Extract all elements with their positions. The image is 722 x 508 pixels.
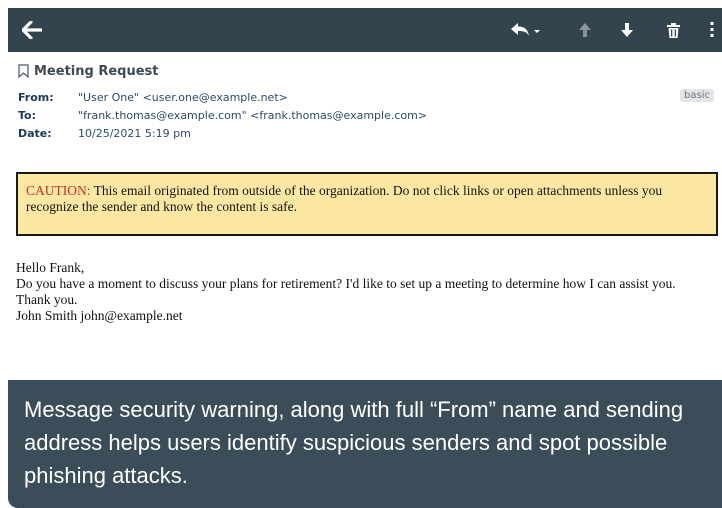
more-icon (710, 22, 714, 37)
reply-button[interactable] (506, 8, 544, 52)
back-button[interactable] (14, 8, 50, 52)
email-viewer: Meeting Request basic From: "User One" <… (8, 0, 722, 508)
message-toolbar (8, 8, 722, 52)
to-value[interactable]: "frank.thomas@example.com" <frank.thomas… (78, 109, 427, 122)
message-body: Hello Frank, Do you have a moment to dis… (16, 260, 716, 324)
up-arrow-icon (579, 23, 591, 37)
delete-button[interactable] (658, 8, 688, 52)
date-label: Date: (18, 127, 52, 140)
caution-banner: CAUTION: This email originated from outs… (16, 172, 718, 236)
caution-text: This email originated from outside of th… (26, 183, 663, 214)
down-arrow-icon (621, 23, 633, 37)
back-arrow-icon (22, 21, 42, 39)
body-line: Thank you. (16, 292, 78, 307)
body-line: John Smith john@example.net (16, 308, 183, 323)
chevron-down-icon (534, 30, 540, 33)
from-label: From: (18, 91, 54, 104)
from-value[interactable]: "User One" <user.one@example.net> (78, 91, 288, 104)
caution-label: CAUTION: (26, 183, 91, 198)
date-value: 10/25/2021 5:19 pm (78, 127, 191, 140)
next-message-button[interactable] (612, 8, 642, 52)
more-options-button[interactable] (702, 8, 722, 52)
mailbox-badge: basic (680, 89, 714, 102)
to-label: To: (18, 109, 36, 122)
bookmark-icon[interactable] (18, 64, 29, 78)
subject-row: Meeting Request (18, 60, 158, 82)
previous-message-button[interactable] (570, 8, 600, 52)
trash-icon (666, 22, 680, 38)
body-line: Do you have a moment to discuss your pla… (16, 276, 676, 291)
body-line: Hello Frank, (16, 260, 85, 275)
feature-caption: Message security warning, along with ful… (8, 380, 722, 508)
reply-icon (511, 23, 540, 36)
message-subject: Meeting Request (34, 63, 159, 79)
